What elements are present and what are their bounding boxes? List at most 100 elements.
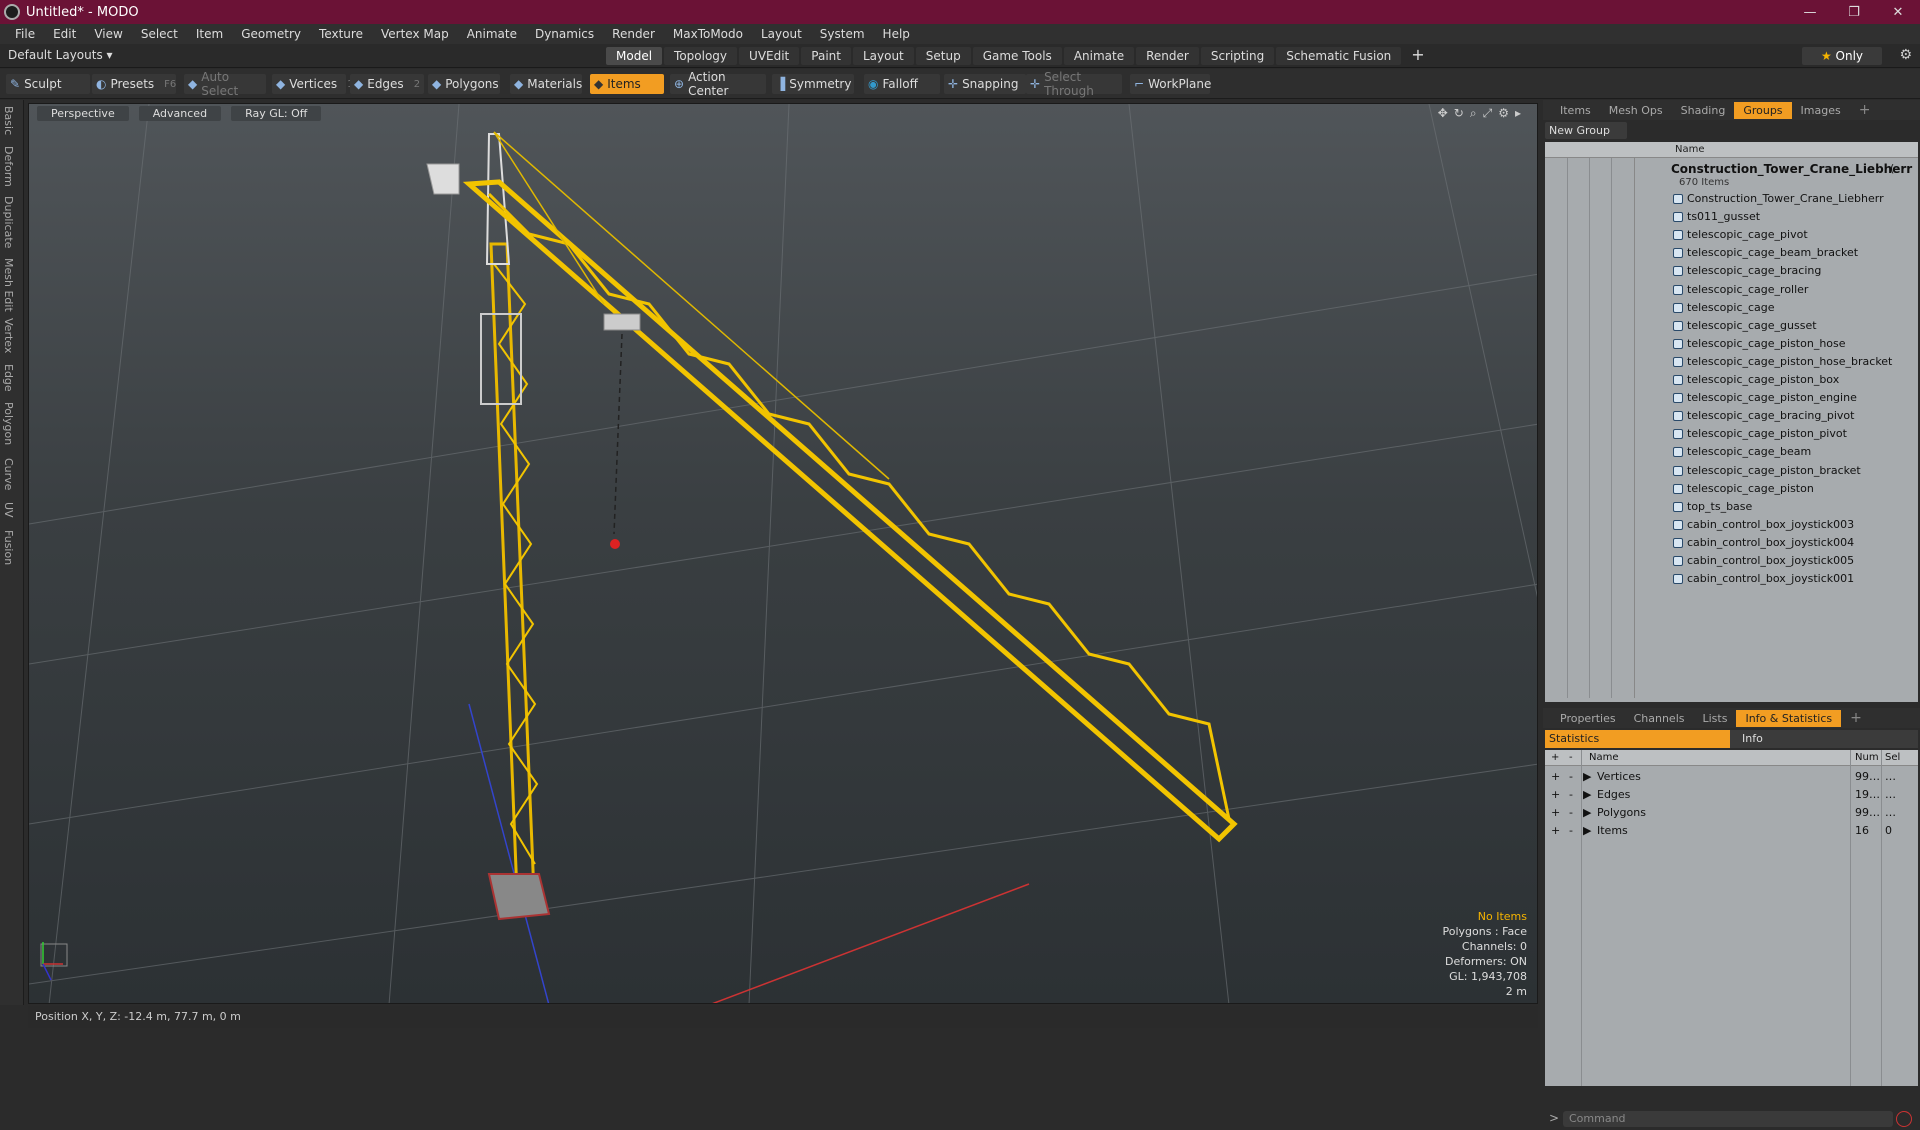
tab-render[interactable]: Render — [1136, 47, 1199, 65]
group-item-row[interactable]: telescopic_cage_roller — [1545, 281, 1918, 299]
tab-properties[interactable]: Properties — [1551, 712, 1625, 725]
tab-mesh-ops[interactable]: Mesh Ops — [1600, 104, 1672, 117]
items-button[interactable]: ◆ Items — [590, 74, 664, 94]
minimize-icon[interactable]: — — [1788, 0, 1832, 24]
select-through-button[interactable]: ✛ Select Through — [1026, 70, 1122, 98]
shading-mode-button[interactable]: Advanced — [138, 105, 222, 121]
left-tab-vertex[interactable]: Vertex — [2, 318, 15, 353]
statistics-subtab[interactable]: Statistics — [1545, 730, 1730, 748]
menu-geometry[interactable]: Geometry — [232, 27, 310, 41]
maximize-viewport-icon[interactable]: ⤢ — [1483, 106, 1493, 121]
menu-view[interactable]: View — [85, 27, 131, 41]
left-tab-duplicate[interactable]: Duplicate — [2, 196, 15, 248]
symmetry-button[interactable]: ▐ Symmetry — [772, 74, 854, 94]
menu-help[interactable]: Help — [874, 27, 919, 41]
left-tab-fusion[interactable]: Fusion — [2, 530, 15, 565]
group-item-row[interactable]: telescopic_cage_piston — [1545, 480, 1918, 498]
expand-arrow-icon[interactable]: ▸ — [1515, 106, 1521, 121]
workplane-button[interactable]: ⌐ WorkPlane — [1130, 74, 1211, 94]
tab-info-statistics[interactable]: Info & Statistics — [1736, 709, 1842, 727]
group-item-row[interactable]: cabin_control_box_joystick003 — [1545, 516, 1918, 534]
menu-system[interactable]: System — [811, 27, 874, 41]
left-tab-uv[interactable]: UV — [2, 502, 15, 518]
group-item-row[interactable]: cabin_control_box_joystick005 — [1545, 552, 1918, 570]
tab-images[interactable]: Images — [1792, 104, 1850, 117]
record-icon[interactable] — [1896, 1111, 1912, 1127]
left-tab-edge[interactable]: Edge — [2, 364, 15, 392]
tab-animate[interactable]: Animate — [1063, 47, 1135, 65]
menu-edit[interactable]: Edit — [44, 27, 85, 41]
group-item-row[interactable]: telescopic_cage_piston_hose_bracket — [1545, 353, 1918, 371]
menu-render[interactable]: Render — [603, 27, 664, 41]
new-group-button[interactable]: New Group — [1545, 122, 1627, 139]
stats-row[interactable]: + - ▶ Edges 19…… — [1545, 786, 1918, 804]
left-tab-deform[interactable]: Deform — [2, 146, 15, 187]
left-tab-polygon[interactable]: Polygon — [2, 402, 15, 445]
add-stats-tab-icon[interactable]: + — [1841, 710, 1871, 726]
left-tab-mesh-edit[interactable]: Mesh Edit — [2, 258, 15, 312]
close-icon[interactable]: ✕ — [1876, 0, 1920, 24]
tab-schematic-fusion[interactable]: Schematic Fusion — [1276, 47, 1402, 65]
auto-select-button[interactable]: ◆ Auto Select — [184, 70, 266, 98]
tab-paint[interactable]: Paint — [801, 47, 851, 65]
snapping-button[interactable]: ✛ Snapping — [944, 74, 1026, 94]
rotate-icon[interactable]: ↻ — [1454, 106, 1464, 121]
group-item-row[interactable]: ts011_gusset — [1545, 208, 1918, 226]
menu-texture[interactable]: Texture — [310, 27, 372, 41]
info-subtab[interactable]: Info — [1730, 730, 1918, 748]
left-tab-basic[interactable]: Basic — [2, 106, 15, 135]
menu-file[interactable]: File — [6, 27, 44, 41]
add-tab-icon[interactable]: + — [1403, 47, 1432, 65]
presets-button[interactable]: ◐ Presets F6 — [92, 74, 176, 94]
group-item-row[interactable]: telescopic_cage_beam — [1545, 443, 1918, 461]
group-item-row[interactable]: telescopic_cage_pivot — [1545, 226, 1918, 244]
group-item-row[interactable]: telescopic_cage_piston_bracket — [1545, 462, 1918, 480]
zoom-icon[interactable]: ⌕ — [1470, 106, 1477, 121]
tab-setup[interactable]: Setup — [915, 47, 971, 65]
stats-row[interactable]: + - ▶ Vertices 99…… — [1545, 768, 1918, 786]
raygl-button[interactable]: Ray GL: Off — [231, 105, 322, 121]
tab-items[interactable]: Items — [1551, 104, 1600, 117]
edges-button[interactable]: ◆ Edges 2 — [350, 74, 424, 94]
menu-layout[interactable]: Layout — [752, 27, 811, 41]
group-item-row[interactable]: telescopic_cage_piston_hose — [1545, 335, 1918, 353]
group-item-row[interactable]: telescopic_cage_bracing — [1545, 262, 1918, 280]
menu-select[interactable]: Select — [132, 27, 187, 41]
group-item-row[interactable]: telescopic_cage — [1545, 299, 1918, 317]
tab-channels[interactable]: Channels — [1625, 712, 1694, 725]
viewport-settings-icon[interactable]: ⚙ — [1498, 106, 1509, 121]
tab-groups[interactable]: Groups — [1734, 101, 1792, 119]
group-item-row[interactable]: telescopic_cage_beam_bracket — [1545, 244, 1918, 262]
group-root-row[interactable]: Construction_Tower_Crane_Liebherr ( 670 … — [1545, 160, 1918, 190]
gear-icon[interactable]: ⚙ — [1899, 47, 1912, 63]
group-item-row[interactable]: cabin_control_box_joystick004 — [1545, 534, 1918, 552]
tab-layout[interactable]: Layout — [852, 47, 914, 65]
maximize-icon[interactable]: ❐ — [1832, 0, 1876, 24]
sculpt-button[interactable]: ✎ Sculpt — [6, 74, 90, 94]
default-layouts-dropdown[interactable]: Default Layouts ▾ — [8, 48, 113, 62]
command-input[interactable]: Command — [1563, 1111, 1893, 1127]
add-panel-tab-icon[interactable]: + — [1850, 102, 1880, 118]
menu-dynamics[interactable]: Dynamics — [526, 27, 603, 41]
tab-shading[interactable]: Shading — [1672, 104, 1735, 117]
group-item-row[interactable]: telescopic_cage_gusset — [1545, 317, 1918, 335]
menu-maxtomodo[interactable]: MaxToModo — [664, 27, 752, 41]
3d-viewport[interactable]: Perspective Advanced Ray GL: Off ✥ ↻ ⌕ ⤢… — [28, 103, 1538, 1004]
tab-scripting[interactable]: Scripting — [1200, 47, 1275, 65]
stats-row[interactable]: + - ▶ Polygons 99…… — [1545, 804, 1918, 822]
menu-item[interactable]: Item — [187, 27, 232, 41]
tab-lists[interactable]: Lists — [1694, 712, 1737, 725]
group-item-row[interactable]: telescopic_cage_piston_pivot — [1545, 425, 1918, 443]
left-tab-curve[interactable]: Curve — [2, 458, 15, 490]
menu-vertex-map[interactable]: Vertex Map — [372, 27, 458, 41]
menu-animate[interactable]: Animate — [458, 27, 526, 41]
group-item-row[interactable]: Construction_Tower_Crane_Liebherr — [1545, 190, 1918, 208]
action-center-button[interactable]: ⊕ Action Center — [670, 70, 766, 98]
vertices-button[interactable]: ◆Vertices1 — [272, 74, 353, 94]
group-item-row[interactable]: top_ts_base — [1545, 498, 1918, 516]
falloff-button[interactable]: ◉ Falloff — [864, 74, 940, 94]
stats-row[interactable]: + - ▶ Items 16 0 — [1545, 822, 1918, 840]
tab-uvedit[interactable]: UVEdit — [739, 47, 800, 65]
group-item-row[interactable]: telescopic_cage_piston_engine — [1545, 389, 1918, 407]
group-item-row[interactable]: cabin_control_box_joystick001 — [1545, 570, 1918, 588]
